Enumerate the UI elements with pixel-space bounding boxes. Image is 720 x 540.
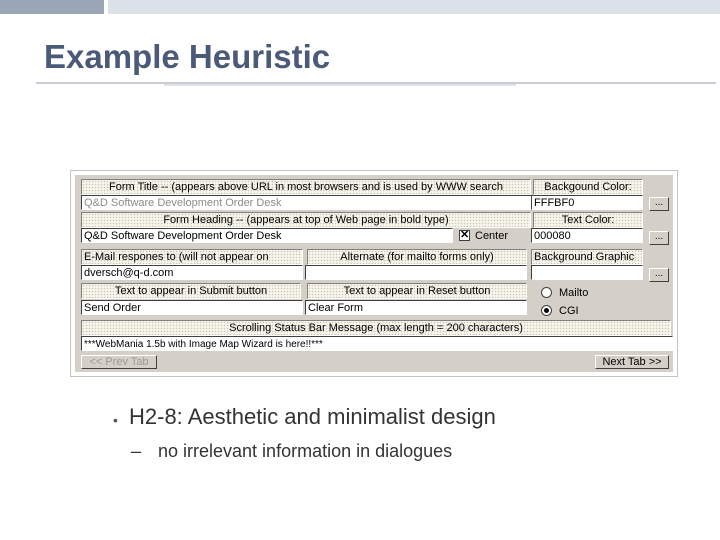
prev-tab-button[interactable]: << Prev Tab [81, 355, 157, 369]
background-color-label: Backgound Color: [533, 179, 643, 195]
alternate-input[interactable] [305, 265, 527, 280]
background-graphic-input[interactable] [531, 265, 643, 280]
title-underline-accent [164, 84, 516, 86]
bullet-main-text: H2-8: Aesthetic and minimalist design [129, 404, 496, 429]
header-bar-dark [0, 0, 104, 14]
next-tab-button[interactable]: Next Tab >> [595, 355, 669, 369]
status-message-input[interactable]: ***WebMania 1.5b with Image Map Wizard i… [81, 336, 673, 351]
bullet-marker: • [113, 412, 118, 428]
sub-bullet-marker: – [131, 441, 142, 461]
background-color-browse-button[interactable]: ... [649, 197, 669, 211]
bullet-sub-text: no irrelevant information in dialogues [158, 441, 453, 461]
form-heading-input[interactable]: Q&D Software Development Order Desk [81, 228, 453, 243]
center-checkbox[interactable]: ✕ [459, 230, 470, 241]
form-title-label: Form Title -- (appears above URL in most… [81, 179, 531, 195]
form-title-input[interactable]: Q&D Software Development Order Desk [81, 195, 533, 210]
cgi-radio-label: CGI [559, 305, 579, 317]
alternate-label: Alternate (for mailto forms only) [307, 249, 527, 265]
submit-text-input[interactable]: Send Order [81, 300, 303, 315]
background-color-input[interactable]: FFFBF0 [531, 195, 643, 210]
mailto-radio[interactable] [541, 287, 552, 298]
header-bar-light [108, 0, 720, 14]
radio-selected-dot [544, 308, 549, 313]
center-checkbox-label: Center [475, 230, 509, 242]
slide-title: Example Heuristic [44, 38, 331, 75]
background-graphic-browse-button[interactable]: ... [649, 268, 669, 282]
text-color-browse-button[interactable]: ... [649, 231, 669, 245]
email-input[interactable]: dversch@q-d.com [81, 265, 303, 280]
text-color-label: Text Color: [533, 212, 643, 228]
reset-text-label: Text to appear in Reset button [307, 283, 527, 299]
dialog-screenshot: Form Title -- (appears above URL in most… [70, 170, 678, 377]
email-label: E-Mail respones to (will not appear on [81, 249, 303, 265]
status-message-label: Scrolling Status Bar Message (max length… [81, 320, 671, 336]
form-dialog: Form Title -- (appears above URL in most… [75, 175, 673, 372]
background-graphic-label: Background Graphic [531, 249, 643, 265]
cgi-radio[interactable] [541, 305, 552, 316]
text-color-input[interactable]: 000080 [531, 228, 643, 243]
submit-text-label: Text to appear in Submit button [81, 283, 301, 299]
reset-text-input[interactable]: Clear Form [305, 300, 527, 315]
form-heading-label: Form Heading -- (appears at top of Web p… [81, 212, 531, 228]
mailto-radio-label: Mailto [559, 287, 589, 299]
